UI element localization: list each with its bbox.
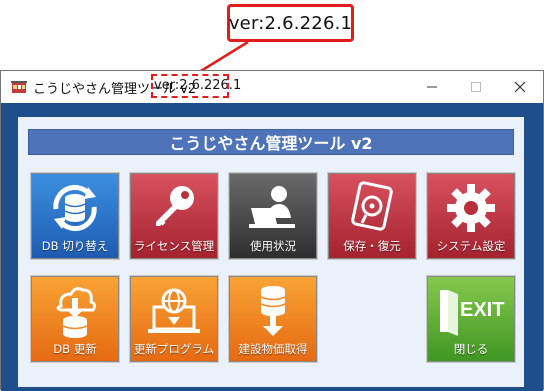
db-update-label: DB 更新 (53, 342, 97, 356)
license-button[interactable]: ライセンス管理 (130, 173, 218, 259)
minimize-button[interactable] (409, 71, 455, 103)
backup-button[interactable]: 保存・復元 (328, 173, 416, 259)
exit-text: EXIT (460, 299, 504, 321)
close-button[interactable] (497, 71, 543, 103)
exit-button[interactable]: EXIT 閉じる (427, 276, 515, 362)
construction-price-button[interactable]: 建設物価取得 (229, 276, 317, 362)
license-label: ライセンス管理 (133, 239, 215, 253)
exit-door-icon: EXIT (440, 290, 504, 336)
close-icon (514, 81, 526, 93)
main-panel: こうじやさん管理ツール v2 DB 切り替え ライセンス管理 使用状況 保存・復… (18, 117, 524, 387)
gear-icon (447, 184, 495, 232)
system-settings-label: システム設定 (436, 239, 506, 253)
disk-icon (351, 181, 393, 231)
database-sync-icon (53, 184, 97, 232)
client-area: こうじやさん管理ツール v2 DB 切り替え ライセンス管理 使用状況 保存・復… (1, 103, 543, 391)
app-banner: こうじやさん管理ツール v2 (28, 129, 514, 155)
usage-button[interactable]: 使用状況 (229, 173, 317, 259)
app-window: こうじやさん管理ツール v2 ver:2.6.226.1 こうじやさん管理ツール… (0, 70, 544, 391)
cloud-download-icon (56, 287, 97, 338)
db-switch-label: DB 切り替え (41, 239, 109, 253)
db-update-button[interactable]: DB 更新 (31, 276, 119, 362)
construction-price-label: 建設物価取得 (238, 342, 308, 356)
system-settings-button[interactable]: システム設定 (427, 173, 515, 259)
update-program-label: 更新プログラム (133, 342, 215, 356)
maximize-icon (471, 82, 481, 92)
minimize-icon (427, 86, 437, 88)
backup-label: 保存・復元 (343, 239, 401, 253)
database-download-icon (260, 286, 286, 336)
maximize-button[interactable] (453, 71, 499, 103)
update-program-button[interactable]: 更新プログラム (130, 276, 218, 362)
key-icon (156, 186, 194, 226)
exit-label: 閉じる (453, 342, 489, 356)
usage-label: 使用状況 (250, 239, 296, 253)
banner-title: こうじやさん管理ツール v2 (169, 134, 373, 153)
user-laptop-icon (249, 186, 295, 228)
globe-laptop-icon (148, 288, 200, 333)
version-callout-text: ver:2.6.226.1 (228, 12, 353, 34)
version-callout: ver:2.6.226.1 (227, 4, 354, 42)
title-bar[interactable]: こうじやさん管理ツール v2 ver:2.6.226.1 (1, 71, 543, 103)
db-switch-button[interactable]: DB 切り替え (31, 173, 119, 259)
version-highlight-box (151, 74, 229, 98)
app-icon (11, 81, 27, 93)
